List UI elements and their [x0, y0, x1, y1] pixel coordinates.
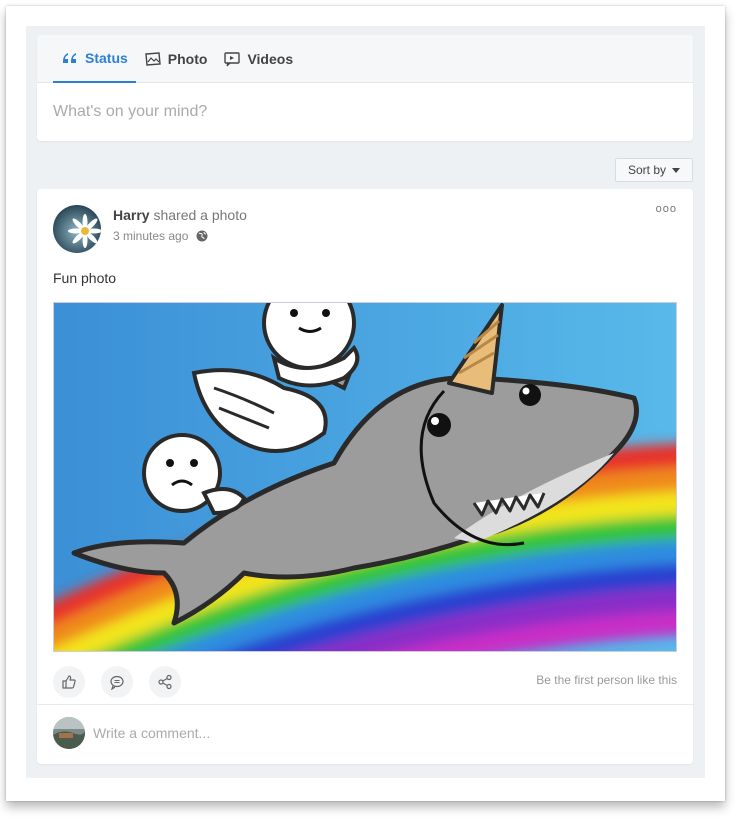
tab-photo-label: Photo [167, 51, 208, 67]
tab-videos[interactable]: Videos [215, 35, 301, 83]
tab-status[interactable]: Status [53, 35, 136, 83]
comment-button[interactable] [101, 666, 133, 698]
post-meta: 3 minutes ago [113, 229, 247, 243]
tab-videos-label: Videos [247, 51, 294, 67]
post-photo[interactable] [53, 302, 677, 652]
post-text: Fun photo [53, 270, 117, 286]
feed: Status Photo Videos What's on your mind? [26, 26, 705, 778]
commenter-avatar [53, 717, 85, 749]
share-icon [158, 674, 172, 690]
post-card: Harry shared a photo 3 minutes ago ooo F… [37, 189, 693, 764]
comment-divider [37, 704, 693, 705]
comment-icon [110, 675, 124, 690]
tab-status-label: Status [85, 50, 128, 66]
sort-by-label: Sort by [627, 163, 666, 177]
like-button[interactable] [53, 666, 85, 698]
status-composer: Status Photo Videos What's on your mind? [37, 35, 693, 141]
status-input[interactable]: What's on your mind? [37, 83, 693, 140]
comment-input[interactable]: Write a comment... [93, 725, 210, 741]
tab-photo[interactable]: Photo [136, 35, 216, 83]
author-line: Harry shared a photo [113, 207, 247, 223]
quote-icon [63, 53, 76, 63]
post-header: Harry shared a photo 3 minutes ago [113, 207, 247, 243]
globe-icon [196, 230, 208, 242]
author-name[interactable]: Harry [113, 207, 150, 223]
post-actions [53, 666, 181, 698]
post-time[interactable]: 3 minutes ago [113, 229, 188, 243]
post-action: shared a photo [153, 207, 247, 223]
thumbs-up-icon [62, 675, 76, 689]
share-button[interactable] [149, 666, 181, 698]
sort-by-button[interactable]: Sort by [615, 158, 693, 182]
video-icon [224, 52, 241, 67]
composer-tabs: Status Photo Videos [37, 35, 693, 83]
photo-icon [145, 52, 161, 66]
more-options-icon[interactable]: ooo [656, 203, 677, 215]
author-avatar[interactable] [53, 205, 101, 253]
like-note: Be the first person like this [536, 673, 677, 687]
caret-down-icon [672, 167, 680, 173]
